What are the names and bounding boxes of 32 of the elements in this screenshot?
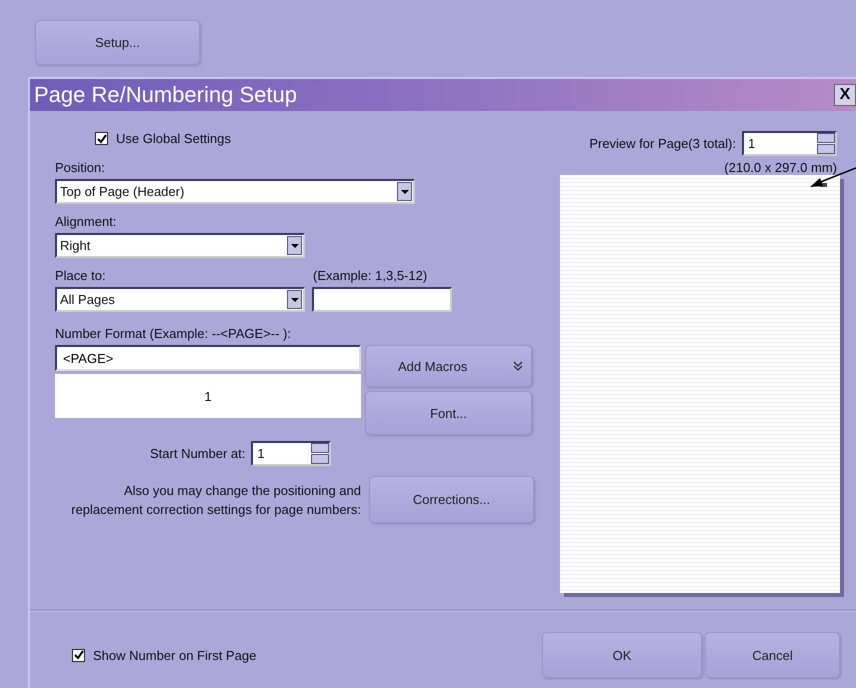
preview-page-spinner[interactable]: 1 [742, 131, 837, 156]
number-format-input-field[interactable]: <PAGE> [55, 345, 361, 371]
checkbox[interactable] [72, 648, 85, 662]
field-label: Place to: [55, 268, 107, 283]
double-chevron-icon [513, 361, 523, 371]
field-label: Position: [55, 160, 106, 175]
format-sample: 1 [55, 374, 361, 418]
spinner-arrows-icon [817, 133, 835, 154]
place-to-dropdown[interactable]: All Pages [55, 287, 305, 312]
corrections-button[interactable]: Corrections... [369, 476, 534, 523]
field-label: Start Number at: [150, 446, 246, 461]
pages-input-field[interactable] [312, 287, 452, 312]
add-macros-button[interactable]: Add Macros [365, 345, 532, 387]
field-label: Alignment: [55, 214, 118, 229]
cancel-button[interactable]: Cancel [705, 632, 840, 678]
example-hint: (Example: 1,3,5-12) [313, 268, 428, 283]
dialog-title: Page Re/Numbering Setup [33, 82, 297, 108]
setup-button[interactable]: Setup... [35, 20, 200, 65]
spinner-arrows-icon [311, 443, 330, 464]
position-dropdown[interactable]: Top of Page (Header) [55, 179, 415, 204]
close-button[interactable]: X [834, 84, 856, 106]
checkbox-label: Use Global Settings [116, 131, 231, 146]
checkbox[interactable] [95, 132, 108, 145]
start-number-spinner[interactable]: 1 [251, 441, 332, 466]
ok-button[interactable]: OK [542, 632, 702, 678]
font-button[interactable]: Font... [365, 391, 532, 435]
alignment-dropdown[interactable]: Right [55, 233, 305, 258]
page-size-text: (210.0 x 297.0 mm) [723, 160, 837, 175]
field-label: Number Format (Example: --<PAGE>-- ): [55, 326, 292, 341]
field-label: Preview for Page(3 total): [589, 136, 736, 151]
corrections-note: Also you may change the positioning and replacement correction settings for page numbers: [70, 482, 361, 518]
checkbox-label: Show Number on First Page [93, 648, 256, 662]
